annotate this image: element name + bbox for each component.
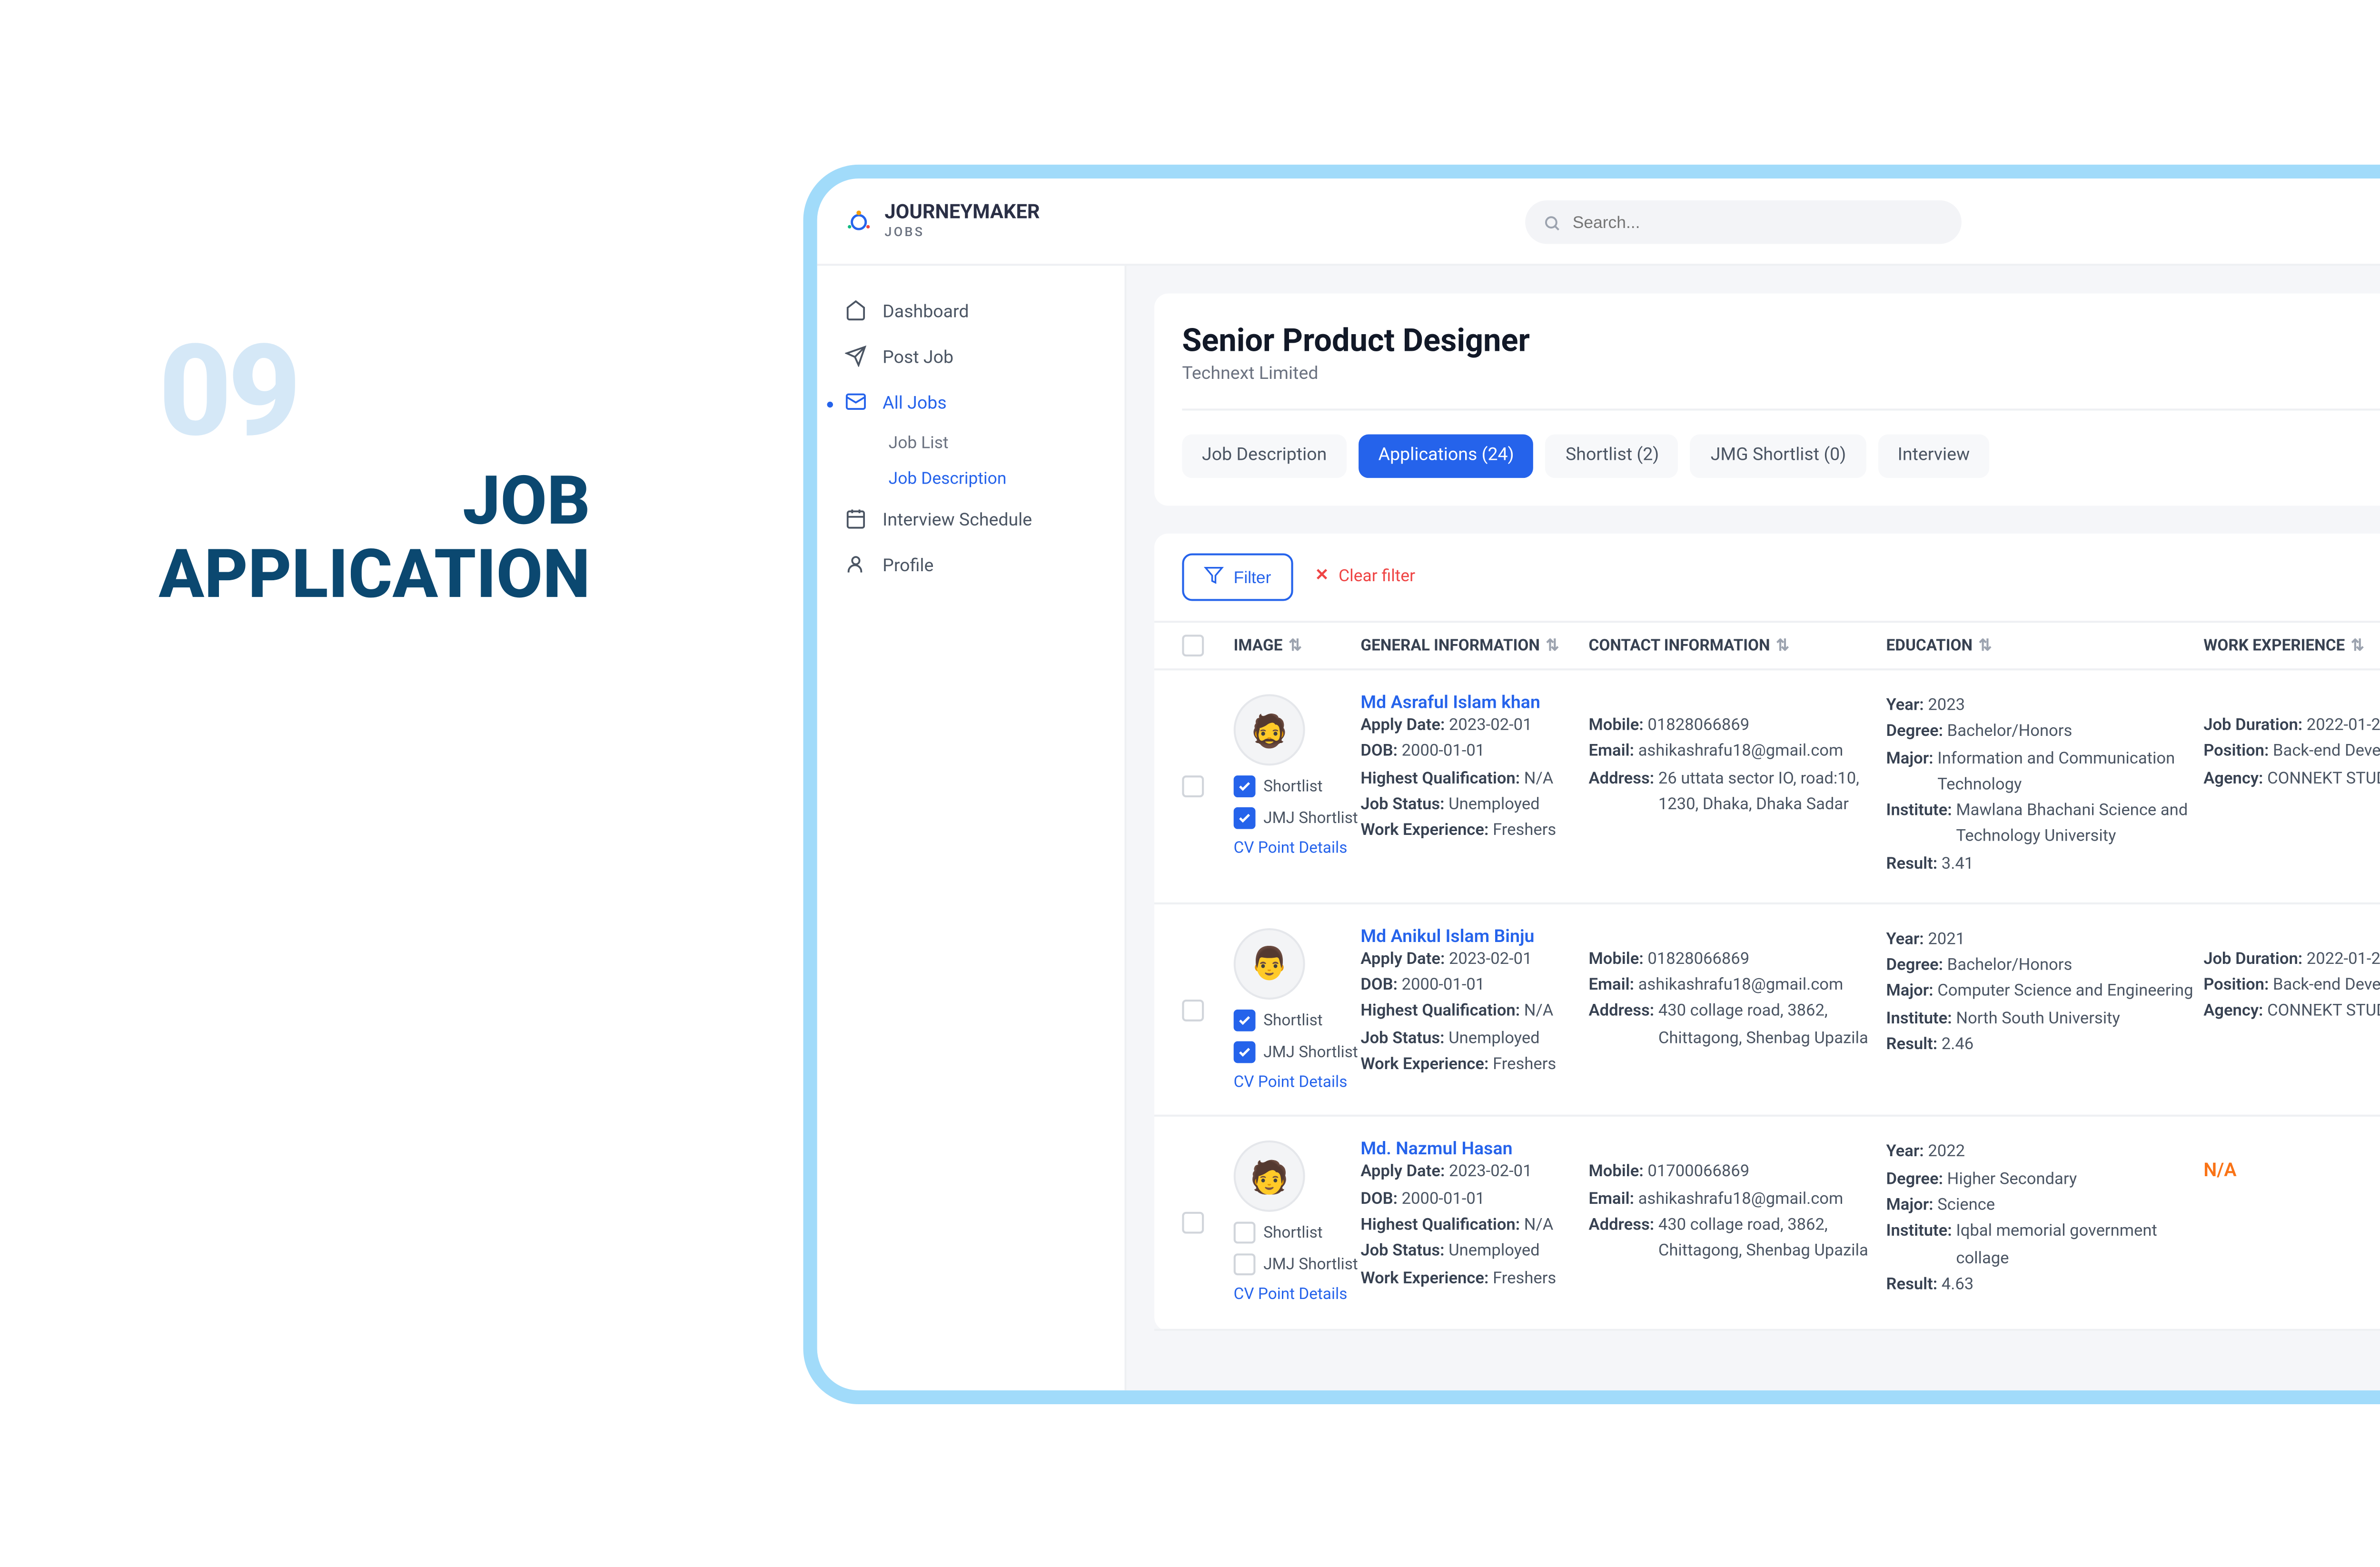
slide-title: JOB APPLICATION	[159, 466, 590, 615]
slide-label: 09 JOB APPLICATION	[159, 317, 590, 615]
row-checkbox[interactable]	[1182, 775, 1204, 797]
sort-icon: ⇅	[1546, 637, 1559, 655]
filter-icon	[1204, 565, 1224, 589]
main-content: Senior Product Designer Technext Limited…	[1127, 266, 2380, 1390]
tab-job-description[interactable]: Job Description	[1182, 435, 1347, 478]
jmj-shortlist-checkbox[interactable]	[1234, 1254, 1256, 1276]
search-icon	[1543, 202, 1561, 240]
col-general[interactable]: GENERAL INFORMATION⇅	[1360, 637, 1588, 655]
logo-icon	[845, 207, 873, 235]
row-checkbox[interactable]	[1182, 999, 1204, 1021]
cv-point-details-link[interactable]: CV Point Details	[1234, 1286, 1348, 1305]
jmj-shortlist-label: JMJ Shortlist	[1263, 1043, 1358, 1061]
jmj-shortlist-checkbox[interactable]	[1234, 807, 1256, 829]
sort-icon: ⇅	[2351, 637, 2364, 655]
cv-point-details-link[interactable]: CV Point Details	[1234, 839, 1348, 858]
job-tabs: Job Description Applications (24) Shortl…	[1182, 435, 2380, 478]
app-header: JOURNEYMAKER JOBS Post a Job 👤	[817, 179, 2380, 266]
applicant-name-link[interactable]: Md Anikul Islam Binju	[1360, 928, 1588, 948]
table-header: IMAGE⇅ GENERAL INFORMATION⇅ CONTACT INFO…	[1154, 621, 2380, 670]
cv-point-details-link[interactable]: CV Point Details	[1234, 1073, 1348, 1092]
shortlist-label: Shortlist	[1263, 1011, 1323, 1029]
applications-table-card: Filter Clear filter Bulk Action	[1154, 534, 2380, 1331]
tab-jmg-shortlist[interactable]: JMG Shortlist (0)	[1691, 435, 1866, 478]
work-na: N/A	[2203, 1161, 2380, 1183]
close-icon	[1313, 565, 1331, 589]
col-work[interactable]: WORK EXPERIENCE⇅	[2203, 637, 2380, 655]
filter-button[interactable]: Filter	[1182, 554, 1293, 601]
shortlist-label: Shortlist	[1263, 777, 1323, 795]
sidebar-item-label: All Jobs	[883, 394, 947, 414]
job-company: Technext Limited	[1182, 365, 2380, 385]
table-row: 🧑 Shortlist JMJ Shortlist CV Point Detai…	[1154, 1118, 2380, 1331]
sidebar-item-label: Post Job	[883, 348, 953, 368]
app-window: JOURNEYMAKER JOBS Post a Job 👤	[803, 165, 2380, 1404]
divider	[1182, 408, 2380, 410]
tab-shortlist[interactable]: Shortlist (2)	[1546, 435, 1679, 478]
brand-logo[interactable]: JOURNEYMAKER JOBS	[845, 202, 1040, 240]
job-title: Senior Product Designer	[1182, 321, 2380, 359]
col-image[interactable]: IMAGE⇅	[1234, 637, 1361, 655]
sidebar-item-label: Interview Schedule	[883, 511, 1032, 531]
jmj-shortlist-checkbox[interactable]	[1234, 1041, 1256, 1063]
slide-number: 09	[159, 317, 590, 466]
sidebar-sub-job-list[interactable]: Job List	[817, 426, 1125, 462]
sidebar-sub-job-description[interactable]: Job Description	[817, 462, 1125, 498]
shortlist-label: Shortlist	[1263, 1225, 1323, 1243]
send-icon	[845, 344, 867, 372]
shortlist-checkbox[interactable]	[1234, 775, 1256, 797]
applicant-avatar: 👨	[1234, 928, 1305, 999]
jmj-shortlist-label: JMJ Shortlist	[1263, 1256, 1358, 1274]
applicant-name-link[interactable]: Md. Nazmul Hasan	[1360, 1141, 1588, 1161]
sort-icon: ⇅	[1979, 637, 1992, 655]
shortlist-checkbox[interactable]	[1234, 1009, 1256, 1031]
jmj-shortlist-label: JMJ Shortlist	[1263, 809, 1358, 827]
sidebar-item-profile[interactable]: Profile	[817, 544, 1125, 589]
select-all-checkbox[interactable]	[1182, 635, 1204, 656]
sidebar-item-label: Profile	[883, 556, 933, 576]
applicant-avatar: 🧑	[1234, 1141, 1305, 1213]
sidebar-item-interview-schedule[interactable]: Interview Schedule	[817, 498, 1125, 544]
table-row: 🧔 Shortlist JMJ Shortlist CV Point Detai…	[1154, 670, 2380, 904]
sidebar-item-post-job[interactable]: Post Job	[817, 335, 1125, 381]
shortlist-checkbox[interactable]	[1234, 1223, 1256, 1245]
col-contact[interactable]: CONTACT INFORMATION⇅	[1589, 637, 1886, 655]
applicant-name-link[interactable]: Md Asraful Islam khan	[1360, 694, 1588, 714]
sort-icon: ⇅	[1289, 637, 1302, 655]
sort-icon: ⇅	[1776, 637, 1789, 655]
tab-interview[interactable]: Interview	[1878, 435, 1990, 478]
sidebar-item-label: Dashboard	[883, 302, 969, 322]
sidebar-item-all-jobs[interactable]: All Jobs	[817, 381, 1125, 426]
calendar-icon	[845, 507, 867, 535]
user-icon	[845, 552, 867, 580]
row-checkbox[interactable]	[1182, 1212, 1204, 1234]
search-box[interactable]	[1525, 199, 1962, 243]
applicant-avatar: 🧔	[1234, 694, 1305, 765]
search-input[interactable]	[1573, 211, 1944, 231]
tab-applications[interactable]: Applications (24)	[1359, 435, 1534, 478]
brand-sub: JOBS	[884, 224, 1040, 240]
job-header-card: Senior Product Designer Technext Limited…	[1154, 294, 2380, 506]
sidebar: Dashboard Post Job All Jobs Job List Job…	[817, 266, 1127, 1390]
home-icon	[845, 298, 867, 326]
sidebar-item-dashboard[interactable]: Dashboard	[817, 289, 1125, 335]
table-toolbar: Filter Clear filter Bulk Action	[1154, 534, 2380, 621]
table-row: 👨 Shortlist JMJ Shortlist CV Point Detai…	[1154, 904, 2380, 1117]
col-education[interactable]: EDUCATION⇅	[1886, 637, 2204, 655]
brand-name: JOURNEYMAKER	[884, 202, 1040, 224]
mail-icon	[845, 390, 867, 417]
clear-filter-button[interactable]: Clear filter	[1313, 565, 1415, 589]
